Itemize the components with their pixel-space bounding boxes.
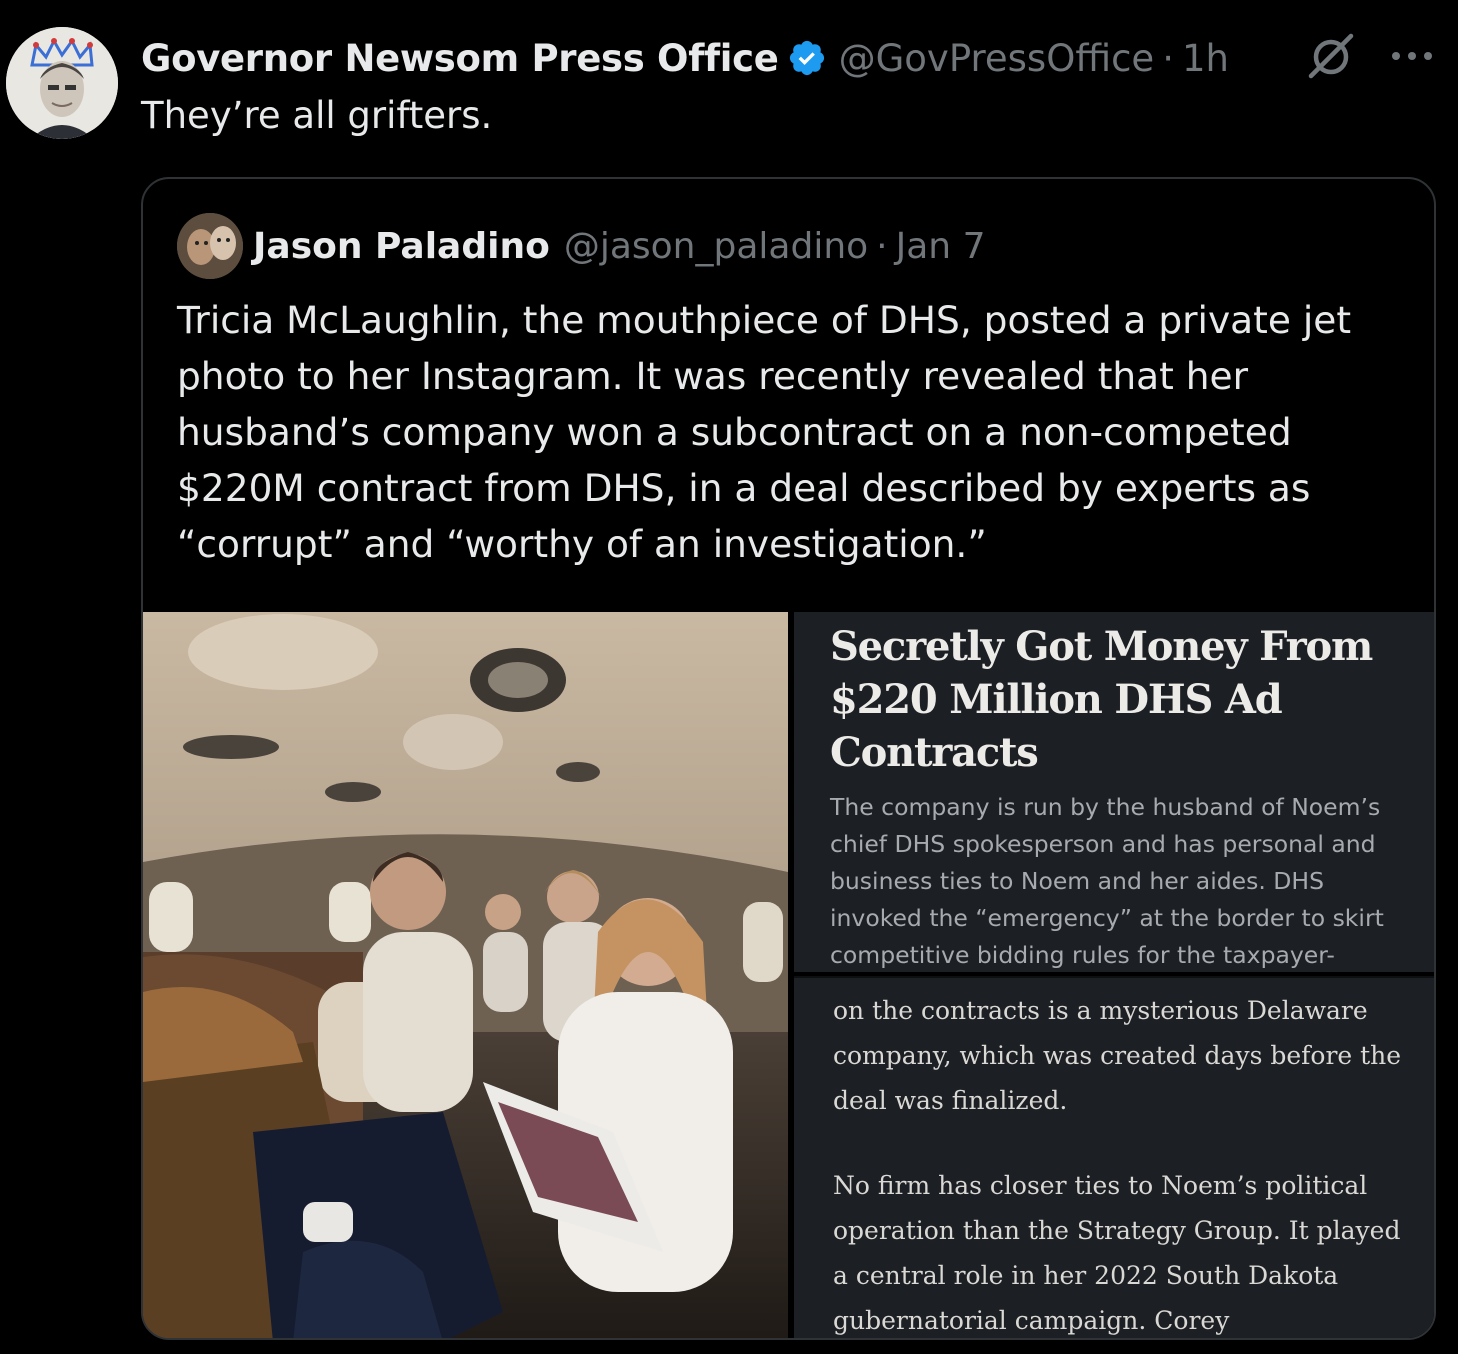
verified-badge-icon xyxy=(789,40,824,76)
more-icon xyxy=(1392,52,1432,60)
header-separator: · xyxy=(1162,36,1174,80)
article-bottom-panel: on the contracts is a mysterious Delawar… xyxy=(794,976,1434,1338)
author-avatar[interactable] xyxy=(6,27,118,139)
article-headline: Secretly Got Money From $220 Million DHS… xyxy=(830,623,1373,776)
quoted-tweet-media: Secretly Got Money From $220 Million DHS… xyxy=(143,612,1434,1338)
grok-button[interactable] xyxy=(1305,30,1357,82)
author-name[interactable]: Governor Newsom Press Office xyxy=(141,37,779,80)
article-paragraph: No firm has closer ties to Noem’s politi… xyxy=(833,1171,1401,1335)
article-top-panel: Secretly Got Money From $220 Million DHS… xyxy=(794,612,1434,972)
quoted-tweet-card[interactable]: Jason Paladino @jason_paladino · Jan 7 T… xyxy=(141,177,1436,1340)
quoted-author-name[interactable]: Jason Paladino xyxy=(253,226,550,267)
tweet-header: Governor Newsom Press Office @GovPressOf… xyxy=(141,32,1229,84)
quoted-tweet-timestamp[interactable]: Jan 7 xyxy=(896,226,986,267)
quoted-tweet-header: Jason Paladino @jason_paladino · Jan 7 xyxy=(253,219,985,273)
article-paragraph: on the contracts is a mysterious Delawar… xyxy=(833,996,1402,1115)
tweet-text: They’re all grifters. xyxy=(141,94,493,137)
grok-icon xyxy=(1308,33,1354,79)
quoted-author-handle[interactable]: @jason_paladino xyxy=(564,226,868,267)
jet-cabin-photo[interactable] xyxy=(143,612,788,1338)
article-dek: The company is run by the husband of Noe… xyxy=(830,793,1384,969)
article-screenshot[interactable]: Secretly Got Money From $220 Million DHS… xyxy=(794,612,1434,1338)
quoted-header-separator: · xyxy=(876,225,888,267)
tweet-timestamp[interactable]: 1h xyxy=(1182,37,1229,80)
more-button[interactable] xyxy=(1387,36,1437,76)
quoted-tweet-text: Tricia McLaughlin, the mouthpiece of DHS… xyxy=(177,298,1352,566)
author-handle[interactable]: @GovPressOffice xyxy=(839,37,1155,80)
quoted-author-avatar[interactable] xyxy=(177,213,243,279)
